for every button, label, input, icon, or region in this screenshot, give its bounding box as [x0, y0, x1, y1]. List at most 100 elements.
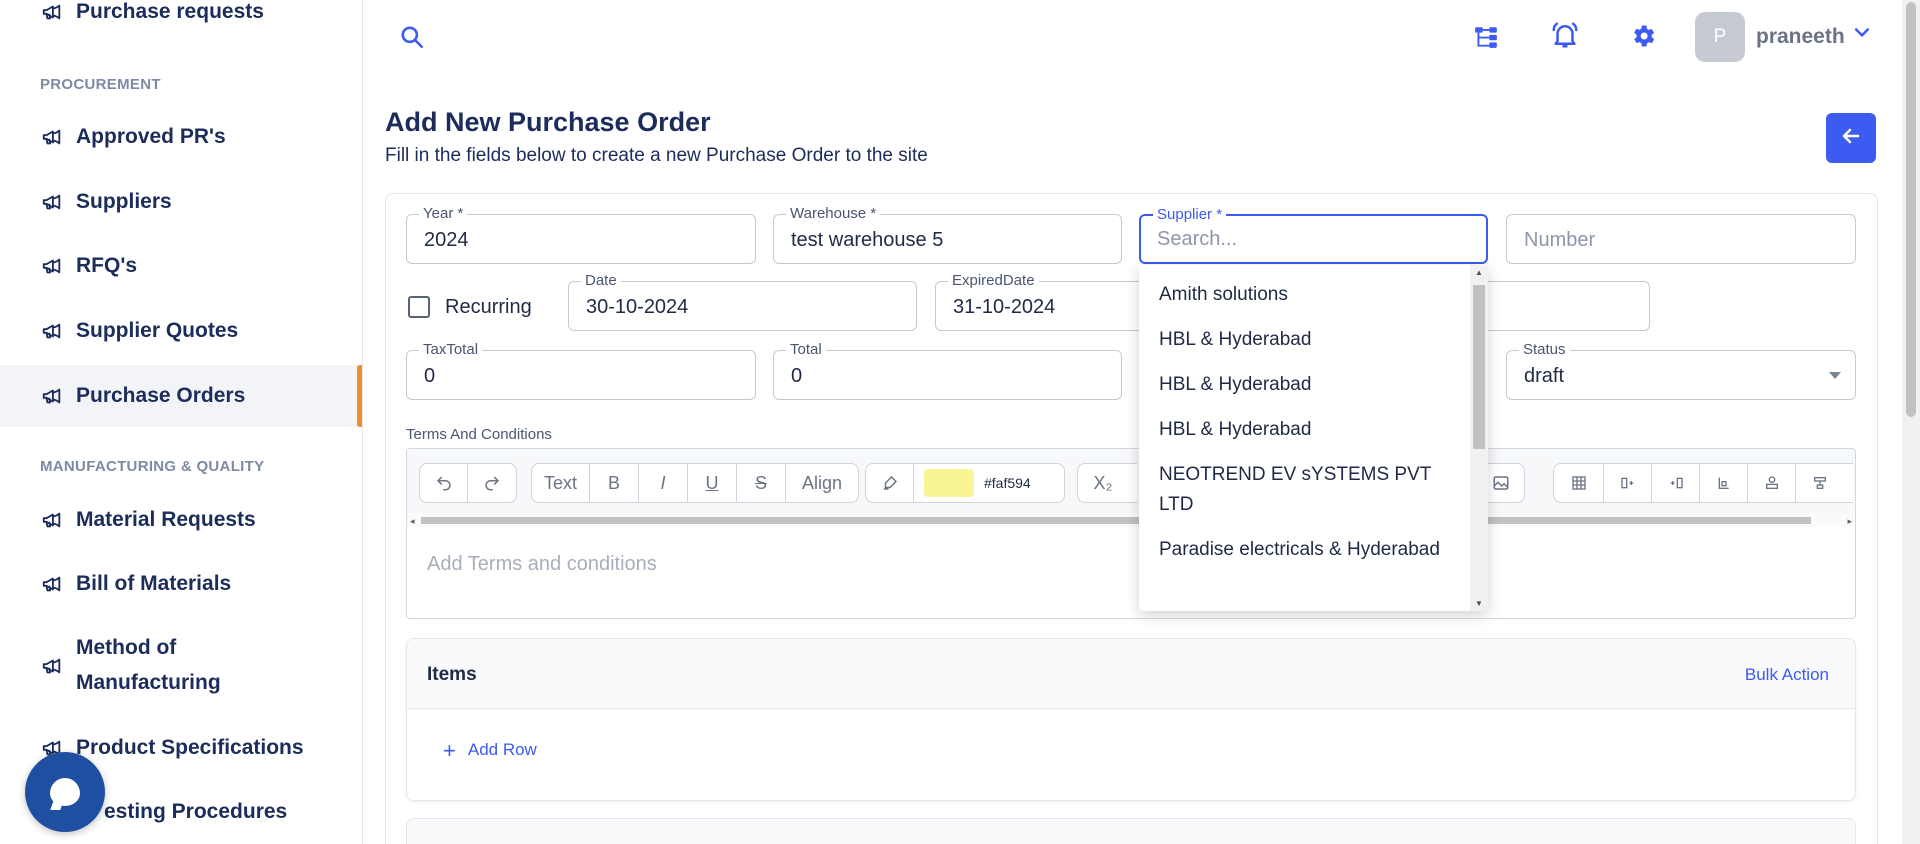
history-group — [419, 463, 517, 503]
status-label: Status — [1519, 341, 1570, 358]
tax-total-field[interactable]: TaxTotal 0 — [406, 341, 756, 400]
redo-icon[interactable] — [468, 464, 516, 502]
scrollbar-thumb[interactable] — [1473, 285, 1485, 449]
megaphone-icon — [40, 125, 64, 149]
page-scrollbar[interactable] — [1902, 0, 1920, 844]
sidebar-item-label: Purchase Orders — [76, 384, 246, 407]
bell-icon[interactable] — [1550, 20, 1580, 55]
supplier-option[interactable]: NEOTREND EV sYSTEMS PVT LTD — [1159, 460, 1459, 520]
sidebar-item-method-of-manufacturing[interactable]: Method of Manufacturing — [0, 631, 362, 701]
total-label: Total — [786, 341, 826, 358]
recurring-checkbox[interactable] — [408, 296, 430, 318]
highlight-color-code: #faf594 — [984, 475, 1031, 491]
align-button[interactable]: Align — [786, 464, 858, 502]
highlighter-icon[interactable] — [866, 464, 914, 502]
insert-column-left-icon[interactable] — [1652, 464, 1700, 502]
supplier-option[interactable]: HBL & Hyderabad — [1159, 370, 1459, 400]
highlight-color-swatch — [924, 469, 974, 497]
sidebar-item-bill-of-materials[interactable]: Bill of Materials — [0, 567, 362, 601]
sidebar-item-label: Material Requests — [76, 508, 256, 531]
year-field[interactable]: Year * 2024 — [406, 205, 756, 264]
highlight-color-picker[interactable]: #faf594 — [914, 464, 1041, 502]
expired-date-value: 31-10-2024 — [953, 296, 1056, 318]
megaphone-icon — [40, 319, 64, 343]
back-button[interactable] — [1826, 113, 1876, 163]
chevron-down-icon[interactable] — [1852, 22, 1872, 47]
status-select[interactable]: Status draft — [1506, 341, 1856, 400]
megaphone-icon — [40, 572, 64, 596]
scrollbar-thumb[interactable] — [1906, 2, 1916, 417]
warehouse-field[interactable]: Warehouse * test warehouse 5 — [773, 205, 1122, 264]
supplier-label: Supplier * — [1153, 206, 1227, 223]
highlight-group: #faf594 — [865, 463, 1065, 503]
chat-button[interactable] — [25, 752, 105, 832]
sidebar-item-suppliers[interactable]: Suppliers — [0, 185, 362, 219]
gear-icon[interactable] — [1629, 22, 1657, 55]
scroll-left-arrow-icon[interactable]: ◂ — [410, 516, 415, 527]
sidebar-item-rfqs[interactable]: RFQ's — [0, 249, 362, 283]
items-title: Items — [427, 664, 477, 685]
supplier-option[interactable]: Paradise electricals & Hyderabad — [1159, 535, 1459, 565]
sidebar-item-purchase-orders[interactable]: Purchase Orders — [0, 365, 362, 427]
date-value: 30-10-2024 — [586, 296, 689, 318]
table-group — [1553, 463, 1853, 503]
sidebar-item-label: Method of — [76, 636, 177, 659]
username[interactable]: praneeth — [1756, 25, 1845, 49]
avatar[interactable]: P — [1695, 12, 1745, 62]
sidebar-item-label: Suppliers — [76, 190, 172, 213]
editor-toolbar: Text B I U S Align #faf594 X₂ — [407, 449, 1855, 513]
scroll-right-arrow-icon[interactable]: ▸ — [1847, 516, 1852, 527]
supplier-option[interactable]: HBL & Hyderabad — [1159, 415, 1459, 445]
megaphone-icon — [40, 254, 64, 278]
sidebar-item-label: Bill of Materials — [76, 572, 232, 595]
total-field[interactable]: Total 0 — [773, 341, 1122, 400]
underline-button[interactable]: U — [688, 464, 737, 502]
date-field[interactable]: Date 30-10-2024 — [568, 272, 917, 331]
status-value: draft — [1524, 365, 1565, 387]
terms-editor[interactable]: Text B I U S Align #faf594 X₂ ◂ ▸ Add Te… — [406, 448, 1856, 619]
editor-horizontal-scrollbar[interactable]: ◂ ▸ — [407, 513, 1855, 527]
sitemap-icon[interactable] — [1473, 24, 1499, 55]
number-field[interactable]: Number — [1506, 214, 1856, 264]
megaphone-icon — [40, 190, 64, 214]
italic-button[interactable]: I — [639, 464, 688, 502]
sidebar-item-label: Purchase requests — [76, 0, 264, 23]
supplier-search-input[interactable] — [1157, 228, 1451, 251]
chat-bubble-icon — [50, 778, 80, 806]
page-subtitle: Fill in the fields below to create a new… — [385, 145, 928, 166]
search-icon[interactable] — [399, 24, 425, 55]
supplier-search-field[interactable]: Supplier * — [1139, 206, 1488, 264]
insert-row-icon[interactable] — [1748, 464, 1796, 502]
caret-down-icon — [1829, 372, 1841, 379]
insert-column-right-icon[interactable] — [1604, 464, 1652, 502]
sidebar-item-material-requests[interactable]: Material Requests — [0, 503, 362, 537]
megaphone-icon — [40, 508, 64, 532]
supplier-option[interactable]: Amith solutions — [1159, 280, 1459, 310]
scroll-down-arrow-icon[interactable]: ▼ — [1475, 599, 1483, 608]
text-style-button[interactable]: Text — [532, 464, 590, 502]
supplier-option[interactable]: HBL & Hyderabad — [1159, 325, 1459, 355]
scroll-up-arrow-icon[interactable]: ▲ — [1475, 268, 1483, 277]
sidebar-item-label: esting Procedures — [104, 800, 288, 823]
sidebar-item-purchase-requests[interactable]: Purchase requests — [0, 0, 362, 29]
terms-placeholder: Add Terms and conditions — [427, 553, 657, 575]
megaphone-icon — [40, 0, 64, 24]
number-placeholder: Number — [1524, 229, 1596, 251]
items-header: Items Bulk Action — [407, 639, 1855, 709]
strikethrough-button[interactable]: S — [737, 464, 786, 502]
undo-icon[interactable] — [420, 464, 469, 502]
scrollbar-thumb[interactable] — [421, 517, 1811, 524]
table-icon[interactable] — [1554, 464, 1604, 502]
dropdown-scrollbar[interactable]: ▲ ▼ — [1470, 265, 1488, 611]
subscript-button[interactable]: X₂ — [1078, 464, 1128, 502]
delete-row-icon[interactable] — [1796, 464, 1844, 502]
delete-column-icon[interactable] — [1700, 464, 1748, 502]
bulk-action-button[interactable]: Bulk Action — [1745, 665, 1829, 685]
sidebar-item-approved-prs[interactable]: Approved PR's — [0, 120, 362, 154]
terms-label: Terms And Conditions — [406, 426, 552, 443]
page-title: Add New Purchase Order — [385, 107, 711, 137]
sidebar-item-supplier-quotes[interactable]: Supplier Quotes — [0, 314, 362, 348]
add-row-button[interactable]: + Add Row — [443, 737, 537, 763]
plus-icon: + — [443, 737, 456, 763]
bold-button[interactable]: B — [590, 464, 639, 502]
